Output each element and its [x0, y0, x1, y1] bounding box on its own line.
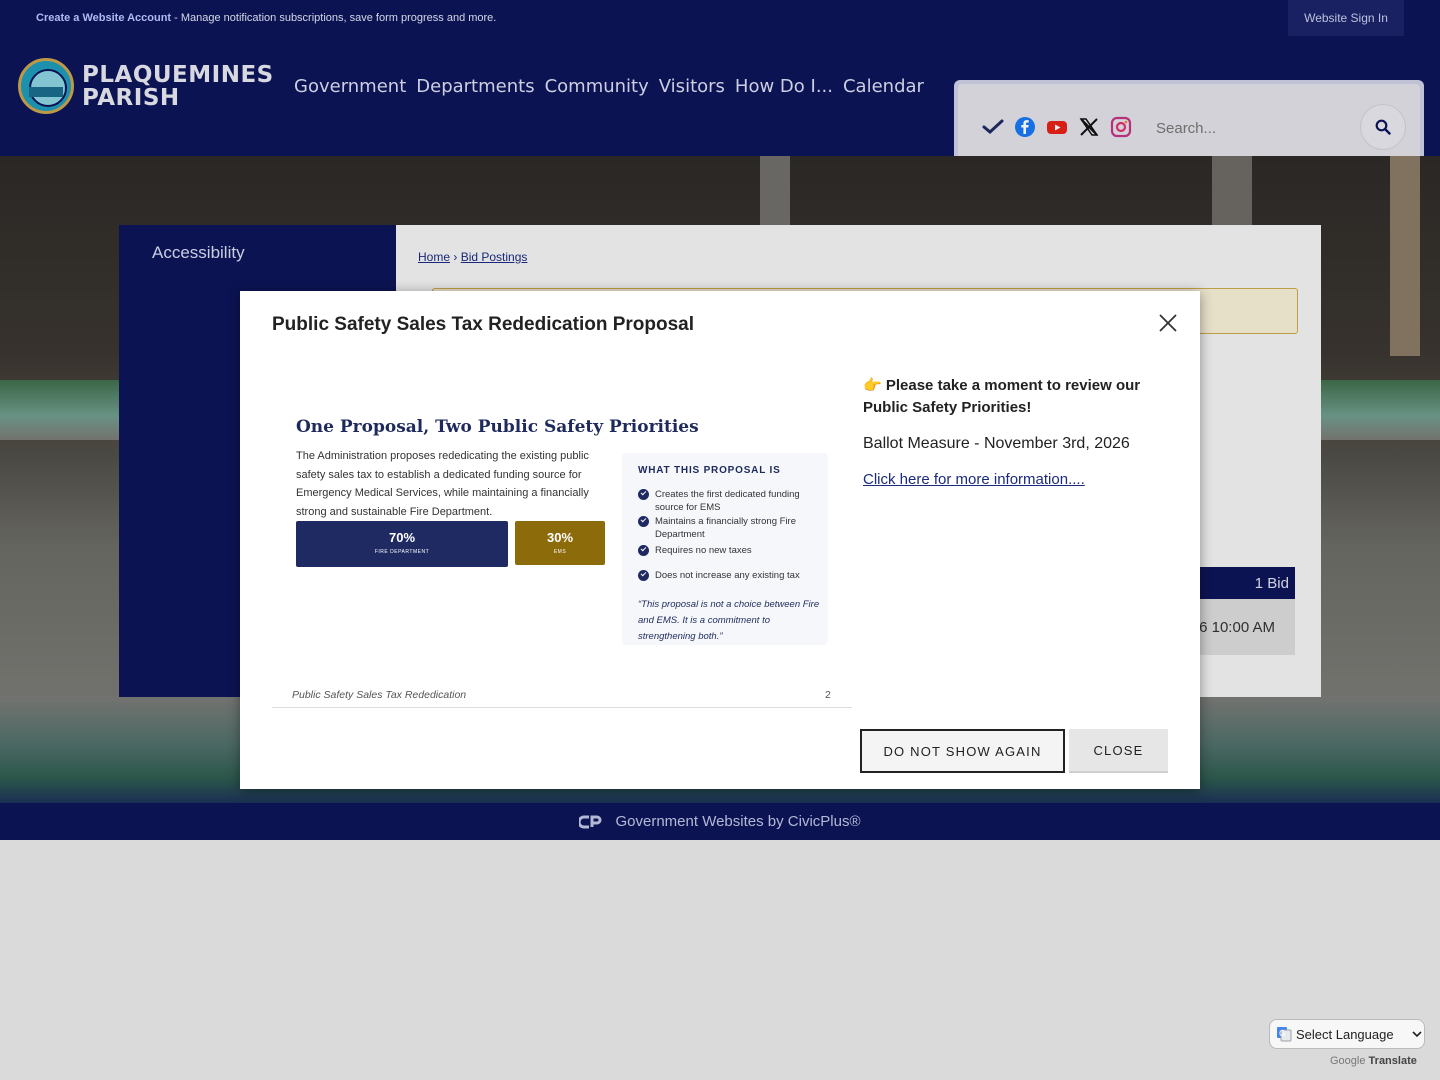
language-select-label: Select Language	[1296, 1026, 1394, 1042]
close-button[interactable]: CLOSE	[1069, 729, 1168, 773]
pointing-hand-icon: 👉	[863, 377, 882, 394]
translate-link[interactable]: Translate	[1369, 1055, 1417, 1067]
more-information-link[interactable]: Click here for more information....	[863, 471, 1085, 488]
ballot-measure-text: Ballot Measure - November 3rd, 2026	[863, 435, 1130, 452]
slide-heading: One Proposal, Two Public Safety Prioriti…	[296, 417, 699, 437]
card-list-item: Creates the first dedicated funding sour…	[638, 488, 818, 514]
card-list-item: Maintains a financially strong Fire Depa…	[638, 515, 818, 541]
check-circle-icon	[638, 516, 649, 527]
fire-share-label: FIRE DEPARTMENT	[374, 549, 430, 555]
powered-by-google: Google Translate	[1330, 1055, 1417, 1067]
google-translate-icon: G	[1277, 1027, 1292, 1042]
close-icon[interactable]	[1156, 311, 1180, 335]
slide-page-number: 2	[825, 689, 831, 701]
svg-text:G: G	[1279, 1029, 1285, 1038]
modal-lead: 👉 Please take a moment to review our Pub…	[863, 375, 1163, 419]
do-not-show-again-button[interactable]: DO NOT SHOW AGAIN	[860, 729, 1065, 773]
check-circle-icon	[638, 570, 649, 581]
slide-divider	[272, 707, 852, 708]
modal-title: Public Safety Sales Tax Rededication Pro…	[272, 314, 695, 335]
check-circle-icon	[638, 489, 649, 500]
card-list-item: Does not increase any existing tax	[638, 569, 818, 582]
card-item-text: Requires no new taxes	[655, 545, 752, 556]
card-quote: “This proposal is not a choice between F…	[638, 599, 820, 642]
ems-share-label: EMS	[553, 549, 567, 555]
public-safety-modal: Public Safety Sales Tax Rededication Pro…	[240, 291, 1200, 789]
ems-share-value: 30%	[546, 530, 574, 545]
check-circle-icon	[638, 545, 649, 556]
card-item-text: Maintains a financially strong Fire Depa…	[655, 516, 796, 540]
slide-paragraph: The Administration proposes rededicating…	[296, 450, 589, 518]
slide-footer: Public Safety Sales Tax Rededication	[292, 689, 467, 701]
card-item-text: Does not increase any existing tax	[655, 570, 800, 581]
chevron-down-icon	[1412, 1031, 1422, 1038]
powered-by-brand: Google	[1330, 1055, 1366, 1067]
proposal-summary-card: WHAT THIS PROPOSAL IS Creates the first …	[622, 453, 828, 645]
card-item-text: Creates the first dedicated funding sour…	[655, 489, 800, 513]
language-select[interactable]: G Select Language	[1269, 1019, 1425, 1049]
card-heading: WHAT THIS PROPOSAL IS	[638, 465, 781, 476]
fire-share-value: 70%	[388, 530, 416, 545]
proposal-slide-image[interactable]: One Proposal, Two Public Safety Prioriti…	[272, 373, 852, 709]
card-list-item: Requires no new taxes	[638, 544, 818, 557]
fire-department-share: 70% FIRE DEPARTMENT	[296, 521, 508, 567]
ems-share: 30% EMS	[515, 521, 605, 565]
modal-lead-text: Please take a moment to review our Publi…	[863, 377, 1141, 416]
modal-message: 👉 Please take a moment to review our Pub…	[863, 375, 1163, 489]
